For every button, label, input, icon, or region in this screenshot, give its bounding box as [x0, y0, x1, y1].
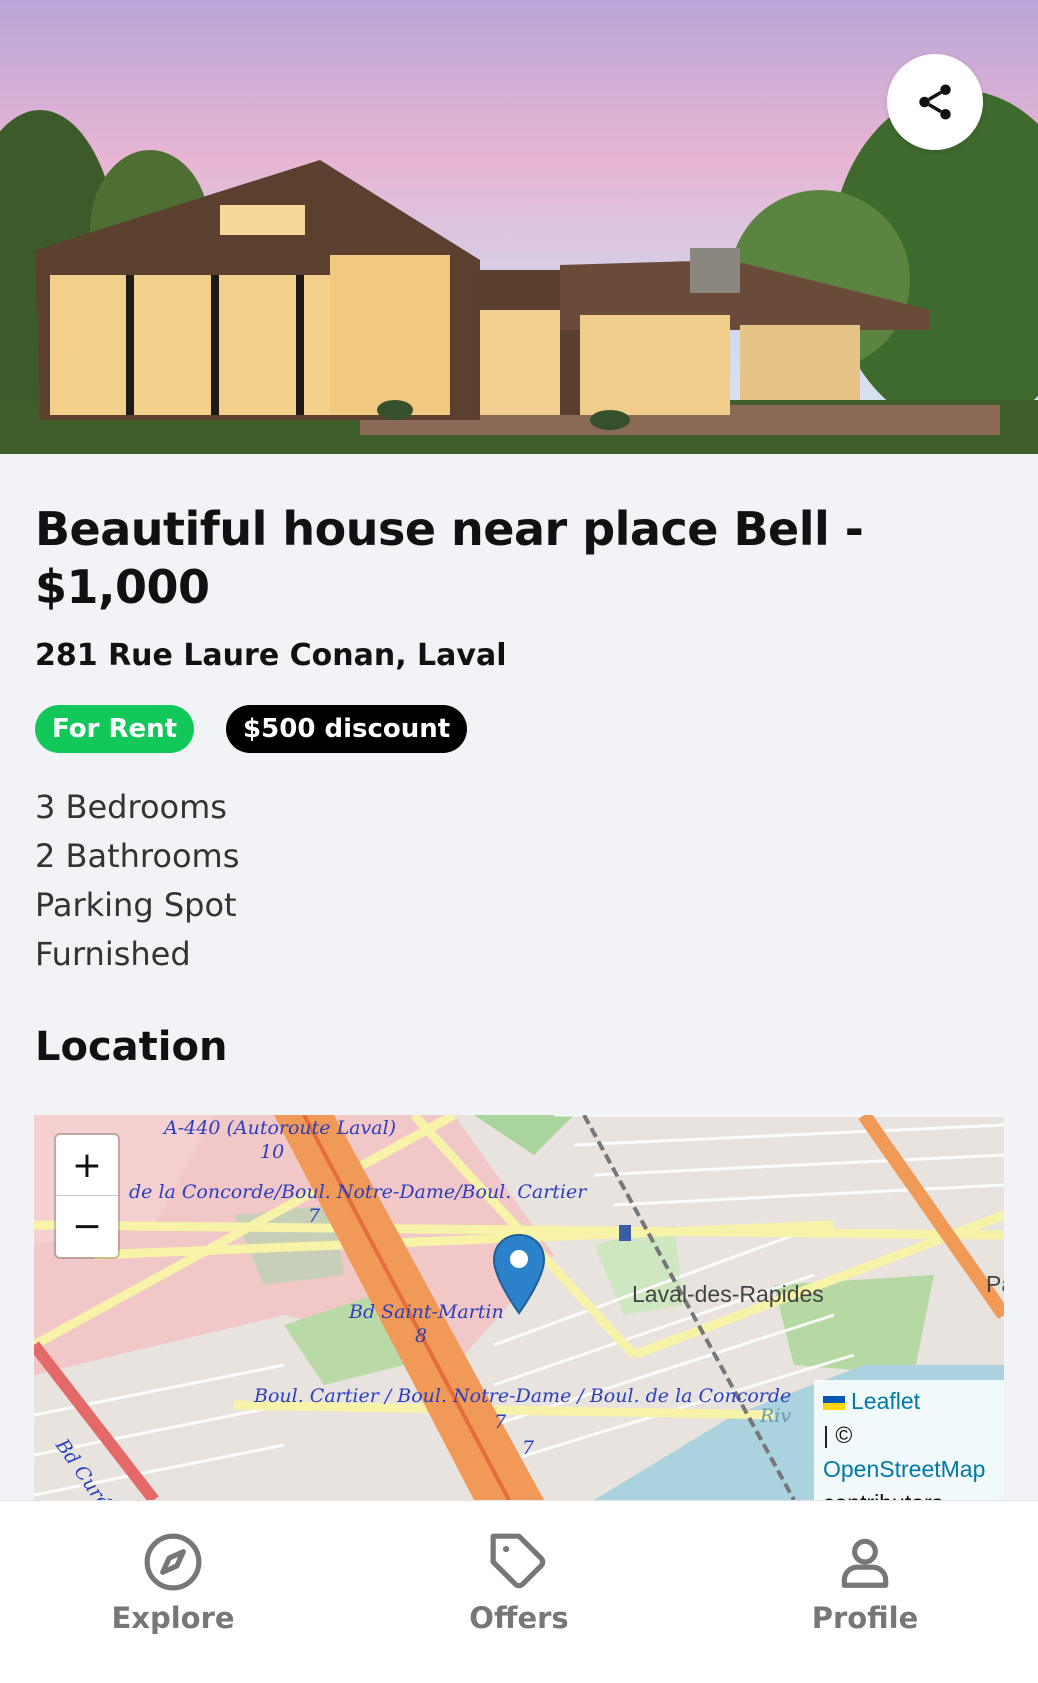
feature-list: 3 Bedrooms 2 Bathrooms Parking Spot Furn…: [35, 783, 1003, 979]
share-icon: [919, 84, 951, 120]
map-label-route-8: 8: [415, 1325, 428, 1347]
nav-profile-label: Profile: [811, 1601, 919, 1635]
zoom-out-button[interactable]: −: [56, 1196, 118, 1256]
map-label-laval-des-rapides: Laval-des-Rapides: [632, 1281, 824, 1307]
map-label-cartier: Boul. Cartier / Boul. Notre-Dame / Boul.…: [254, 1385, 792, 1407]
map-label-riv: Riv: [760, 1405, 792, 1427]
map-label-concorde: de la Concorde/Boul. Notre-Dame/Boul. Ca…: [129, 1181, 587, 1203]
badge-row: For Rent $500 discount: [35, 705, 1003, 753]
nav-explore-label: Explore: [111, 1601, 235, 1635]
listing-address: 281 Rue Laure Conan, Laval: [35, 638, 507, 673]
map-label-route-7-a: 7: [308, 1205, 321, 1227]
attribution-contributors: contributors: [823, 1486, 995, 1500]
map-label-route-7-c: 7: [522, 1437, 535, 1459]
ukraine-flag-icon: [823, 1395, 845, 1410]
feature-bedrooms: 3 Bedrooms: [35, 788, 227, 826]
map-attribution: Leaflet | © OpenStreetMap contributors: [814, 1380, 1004, 1500]
leaflet-link[interactable]: Leaflet: [851, 1388, 920, 1414]
map-label-a440-number: 10: [260, 1141, 285, 1163]
attribution-separator: | ©: [823, 1422, 853, 1448]
map-label-pa: Pa: [986, 1271, 1004, 1297]
nav-offers-label: Offers: [469, 1601, 569, 1635]
feature-furnished: Furnished: [35, 935, 191, 973]
listing-title: Beautiful house near place Bell - $1,000: [35, 502, 864, 614]
share-button[interactable]: [887, 54, 983, 150]
listing-photo: [0, 0, 1038, 454]
nav-offers[interactable]: Offers: [346, 1501, 692, 1683]
feature-bathrooms: 2 Bathrooms: [35, 837, 240, 875]
location-heading: Location: [35, 1024, 228, 1070]
location-map[interactable]: A-440 (Autoroute Laval) 10 de la Concord…: [34, 1115, 1004, 1500]
map-label-route-7-b: 7: [494, 1411, 507, 1433]
user-icon: [841, 1538, 889, 1588]
discount-badge: $500 discount: [226, 705, 468, 753]
nav-explore[interactable]: Explore: [0, 1501, 346, 1683]
for-rent-badge: For Rent: [35, 705, 195, 753]
map-label-a440: A-440 (Autoroute Laval): [164, 1117, 397, 1139]
map-marker-pin[interactable]: [492, 1233, 546, 1319]
zoom-in-button[interactable]: +: [56, 1135, 118, 1196]
nav-profile[interactable]: Profile: [692, 1501, 1038, 1683]
tag-icon: [490, 1533, 546, 1589]
map-label-saint-martin: Bd Saint-Martin: [349, 1301, 504, 1323]
compass-icon: [144, 1533, 202, 1591]
listing-details: Beautiful house near place Bell - $1,000…: [35, 500, 1003, 979]
feature-parking: Parking Spot: [35, 886, 237, 924]
bottom-navigation: Explore Offers Profile: [0, 1500, 1038, 1683]
zoom-control: + −: [56, 1135, 118, 1257]
openstreetmap-link[interactable]: OpenStreetMap: [823, 1452, 995, 1486]
